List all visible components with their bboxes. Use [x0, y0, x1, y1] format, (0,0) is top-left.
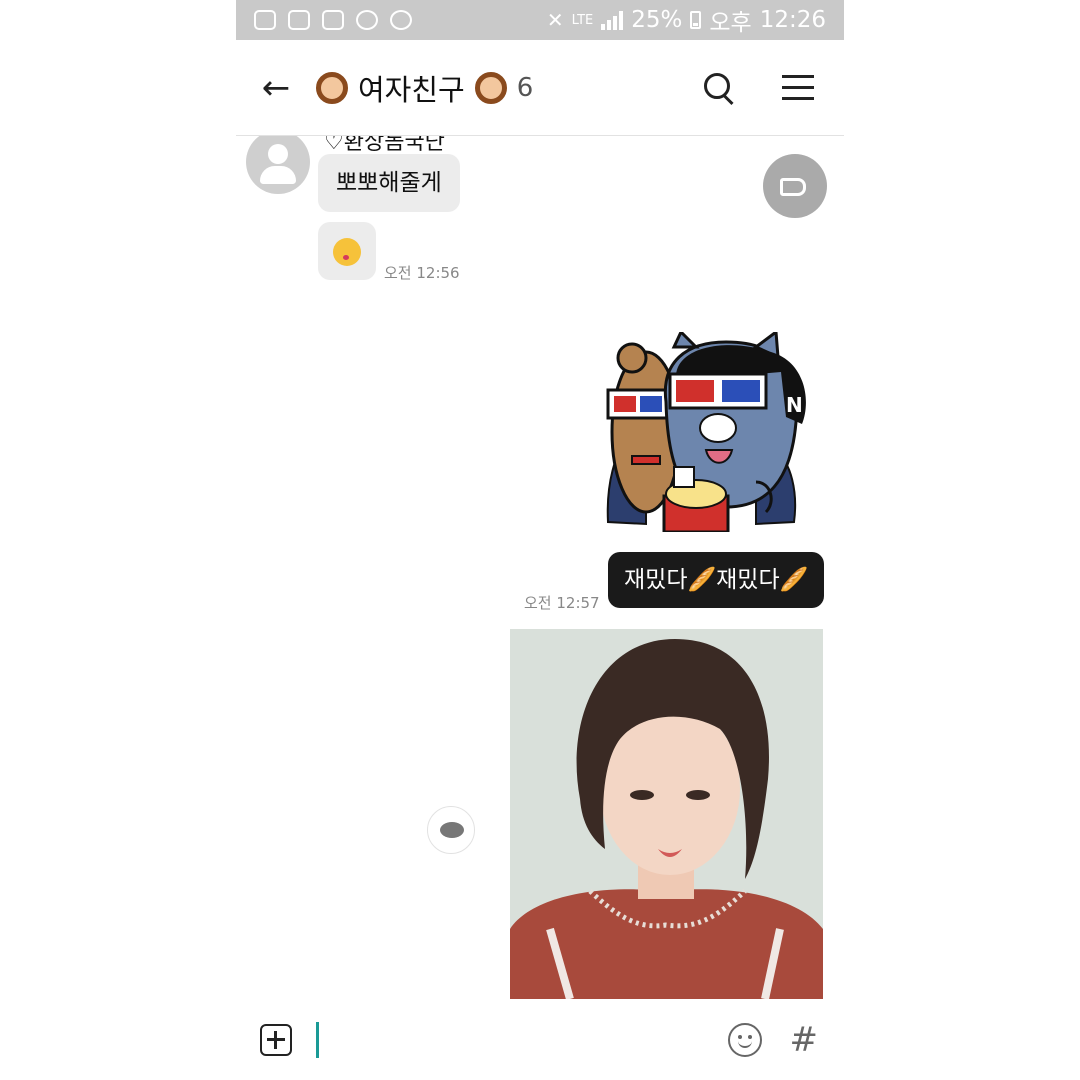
sender-name: ♡환상돔국단	[324, 136, 445, 155]
mute-icon: ✕	[546, 8, 564, 32]
app-notification-icon	[254, 10, 276, 30]
outgoing-message[interactable]: 재밌다🥖재밌다🥖	[608, 552, 825, 608]
status-right: ✕ LTE 25% 오후 12:26	[547, 3, 844, 37]
chat-title[interactable]: 여자친구 6	[316, 67, 533, 109]
ampm-label: 오후	[709, 10, 752, 36]
hash-icon[interactable]: #	[790, 1020, 819, 1060]
incoming-message[interactable]: 뽀뽀해줄게	[318, 154, 460, 212]
chat-area[interactable]: ♡환상돔국단 뽀뽀해줄게 오전 12:56 N 재밌다🥖재밌다🥖 오전 12:5…	[236, 136, 844, 1000]
chat-header: ← 여자친구 6	[236, 40, 844, 136]
incoming-timestamp: 오전 12:56	[384, 264, 460, 282]
girl-emoji-icon	[474, 71, 507, 104]
incoming-emoji-message[interactable]	[318, 222, 376, 280]
svg-text:N: N	[786, 393, 803, 417]
battery-percent: 25%	[631, 7, 683, 33]
signal-icon	[601, 10, 624, 30]
search-icon[interactable]	[704, 72, 734, 103]
photo-portrait	[510, 629, 823, 999]
comment-bubble-icon[interactable]	[427, 806, 475, 854]
status-bar: ✕ LTE 25% 오후 12:26	[236, 0, 844, 40]
movie-sticker[interactable]: N	[606, 332, 818, 532]
phone-screen: ✕ LTE 25% 오후 12:26 ← 여자친구 6 ♡환상돔국단 뽀뽀해줄게…	[236, 0, 844, 1080]
message-input-bar: #	[236, 1000, 844, 1080]
girl-emoji-icon	[316, 71, 348, 104]
kiss-emoji-icon	[333, 238, 361, 266]
smile-icon[interactable]	[727, 1023, 762, 1057]
plus-box-icon[interactable]	[260, 1024, 292, 1056]
image-notification-icon	[322, 10, 344, 30]
battery-icon	[690, 11, 702, 29]
hamburger-menu-icon[interactable]	[782, 75, 814, 100]
network-type: LTE	[571, 12, 594, 28]
room-name: 여자친구	[358, 72, 465, 107]
message-input-cursor[interactable]	[316, 1022, 319, 1058]
talk-notification-icon	[356, 10, 378, 30]
notification-icons	[236, 10, 412, 30]
clock: 12:26	[759, 7, 826, 33]
outgoing-timestamp: 오전 12:57	[524, 594, 600, 612]
sender-avatar[interactable]	[246, 136, 310, 194]
member-count: 6	[516, 72, 534, 103]
hand-notification-icon	[390, 10, 412, 30]
shared-photo[interactable]	[510, 629, 823, 999]
phone-notification-icon	[288, 10, 310, 30]
back-arrow-icon[interactable]: ←	[236, 68, 316, 108]
megaphone-icon[interactable]	[763, 154, 827, 218]
